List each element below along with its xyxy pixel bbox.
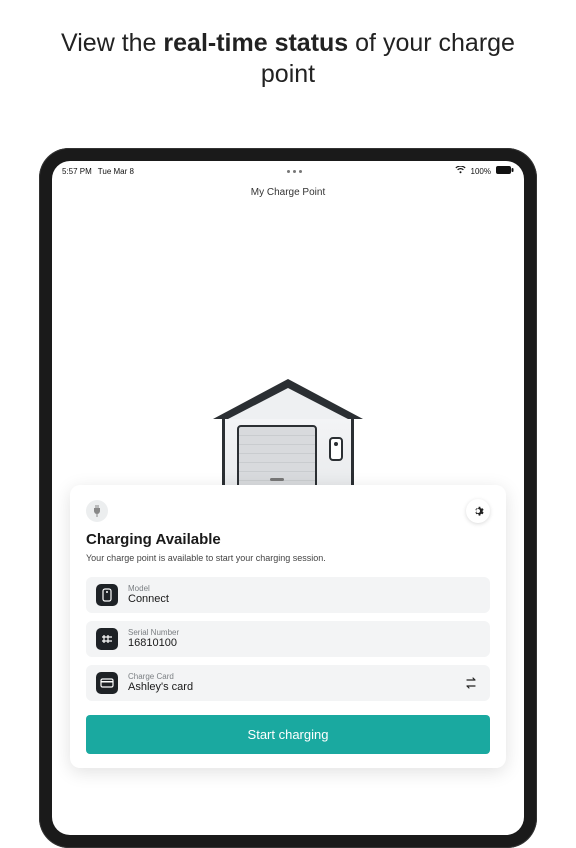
serial-value: 16810100	[128, 637, 179, 649]
chargecard-value: Ashley's card	[128, 681, 193, 693]
device-frame: 5:57 PM Tue Mar 8 100% My Charge Point	[39, 148, 537, 848]
card-title: Charging Available	[86, 531, 490, 548]
page-title: My Charge Point	[52, 187, 524, 198]
info-row-card[interactable]: Charge Card Ashley's card	[86, 665, 490, 701]
card-icon	[96, 672, 118, 694]
start-charging-button[interactable]: Start charging	[86, 715, 490, 754]
status-battery-text: 100%	[471, 167, 491, 176]
gear-icon	[472, 505, 484, 517]
house-illustration	[213, 379, 363, 494]
promo-heading: View the real-time status of your charge…	[0, 0, 576, 117]
screen: 5:57 PM Tue Mar 8 100% My Charge Point	[52, 161, 524, 835]
info-row-serial[interactable]: Serial Number 16810100	[86, 621, 490, 657]
status-date: Tue Mar 8	[98, 167, 134, 176]
garage-door-icon	[237, 425, 317, 487]
settings-button[interactable]	[466, 499, 490, 523]
status-time: 5:57 PM	[62, 167, 92, 176]
plug-avatar-icon	[86, 500, 108, 522]
model-icon	[96, 584, 118, 606]
model-label: Model	[128, 585, 169, 594]
multitask-dots-icon	[287, 170, 302, 173]
swap-icon	[464, 677, 478, 689]
info-row-model[interactable]: Model Connect	[86, 577, 490, 613]
chargecard-label: Charge Card	[128, 673, 193, 682]
status-bar: 5:57 PM Tue Mar 8 100%	[52, 161, 524, 177]
wifi-icon	[455, 166, 466, 176]
charger-unit-icon	[329, 437, 343, 461]
promo-bold: real-time status	[163, 29, 348, 57]
serial-label: Serial Number	[128, 629, 179, 638]
card-subtitle: Your charge point is available to start …	[86, 553, 490, 563]
swap-card-button[interactable]	[462, 674, 480, 692]
hash-icon	[96, 628, 118, 650]
status-card: Charging Available Your charge point is …	[70, 485, 506, 768]
model-value: Connect	[128, 593, 169, 605]
promo-prefix: View the	[61, 29, 163, 57]
battery-icon	[496, 166, 514, 176]
